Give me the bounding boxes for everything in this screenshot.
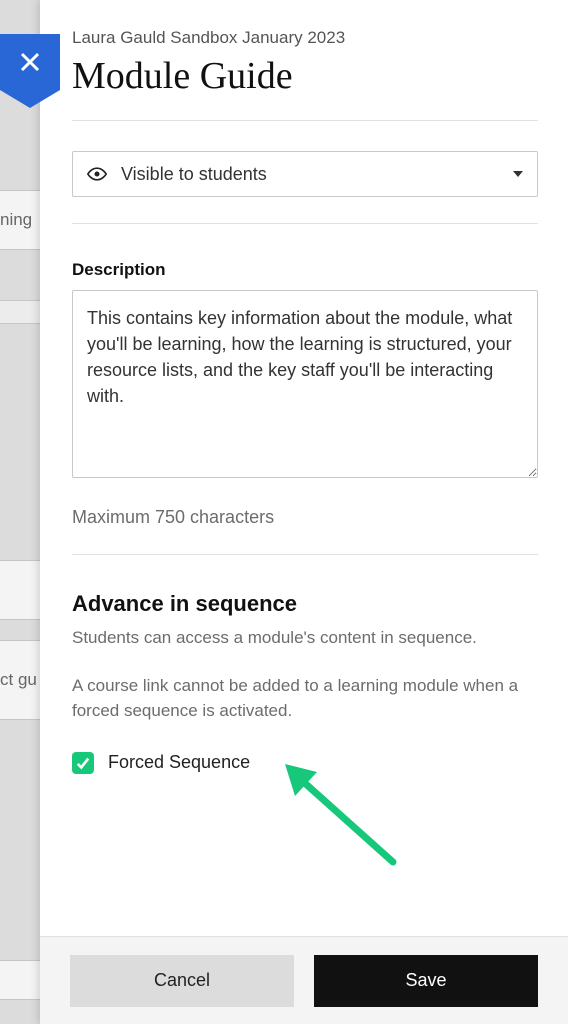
cancel-button[interactable]: Cancel: [70, 955, 294, 1007]
divider: [72, 223, 538, 224]
check-icon: [76, 756, 90, 770]
forced-sequence-label: Forced Sequence: [108, 752, 250, 773]
divider: [72, 554, 538, 555]
forced-sequence-checkbox[interactable]: [72, 752, 94, 774]
footer: Cancel Save: [40, 936, 568, 1024]
close-button[interactable]: [0, 34, 60, 90]
description-label: Description: [72, 260, 538, 280]
save-button[interactable]: Save: [314, 955, 538, 1007]
page-title: Module Guide: [72, 54, 538, 98]
visibility-label: Visible to students: [121, 164, 267, 185]
visibility-select[interactable]: Visible to students: [72, 151, 538, 197]
description-input[interactable]: This contains key information about the …: [72, 290, 538, 478]
eye-icon: [87, 164, 107, 184]
advance-heading: Advance in sequence: [72, 591, 538, 617]
advance-subtext: Students can access a module's content i…: [72, 625, 538, 651]
char-hint: Maximum 750 characters: [72, 507, 538, 528]
close-icon: [18, 50, 42, 74]
divider: [72, 120, 538, 121]
course-name: Laura Gauld Sandbox January 2023: [72, 28, 538, 48]
advance-note: A course link cannot be added to a learn…: [72, 673, 538, 724]
edit-module-panel: Laura Gauld Sandbox January 2023 Module …: [40, 0, 568, 1024]
chevron-down-icon: [513, 171, 523, 177]
